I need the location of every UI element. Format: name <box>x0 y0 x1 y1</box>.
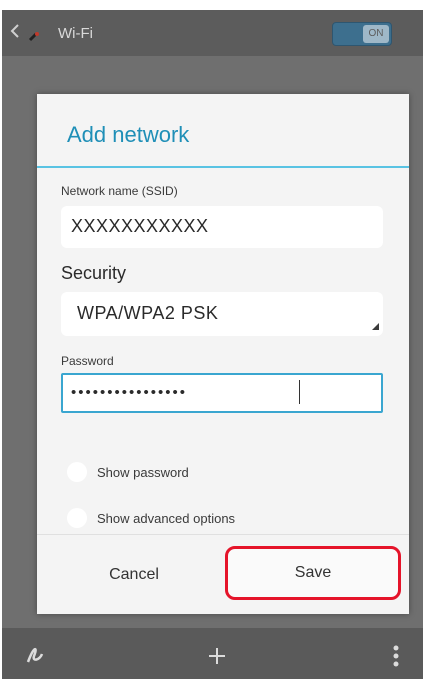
wps-icon[interactable] <box>24 644 46 666</box>
dropdown-caret-icon <box>372 323 379 330</box>
add-network-dialog: Add network Network name (SSID) XXXXXXXX… <box>37 94 409 614</box>
title-divider <box>37 166 409 168</box>
password-field[interactable]: •••••••••••••••• <box>61 373 383 413</box>
action-bar: Wi-Fi ON <box>2 10 423 56</box>
cancel-button[interactable]: Cancel <box>59 552 209 598</box>
password-label: Password <box>61 354 114 368</box>
wifi-toggle[interactable]: ON <box>332 22 392 46</box>
save-button[interactable]: Save <box>225 546 401 600</box>
phone-frame: Wi-Fi ON Add network Network name (SSID)… <box>0 0 433 679</box>
add-icon[interactable] <box>207 646 227 666</box>
wifi-icon <box>28 32 39 42</box>
show-advanced-label: Show advanced options <box>97 511 236 526</box>
screen: Wi-Fi ON Add network Network name (SSID)… <box>2 10 423 679</box>
button-divider <box>37 534 409 535</box>
show-password-label: Show password <box>97 465 189 480</box>
ssid-label: Network name (SSID) <box>61 184 178 198</box>
password-value: •••••••••••••••• <box>71 384 188 401</box>
bottom-bar <box>2 628 423 679</box>
ssid-field[interactable]: XXXXXXXXXXX <box>61 206 383 248</box>
toggle-knob: ON <box>363 25 389 43</box>
show-advanced-checkbox[interactable] <box>67 508 87 528</box>
ssid-value: XXXXXXXXXXX <box>71 216 209 236</box>
dialog-title: Add network <box>67 122 190 147</box>
security-label: Security <box>61 263 127 283</box>
overflow-menu-icon[interactable] <box>392 644 400 668</box>
text-cursor <box>299 380 300 404</box>
security-value: WPA/WPA2 PSK <box>77 303 219 323</box>
security-select[interactable]: WPA/WPA2 PSK <box>61 292 383 336</box>
back-chevron-icon[interactable] <box>10 24 20 38</box>
action-bar-title: Wi-Fi <box>58 25 93 42</box>
show-password-checkbox[interactable] <box>67 462 87 482</box>
